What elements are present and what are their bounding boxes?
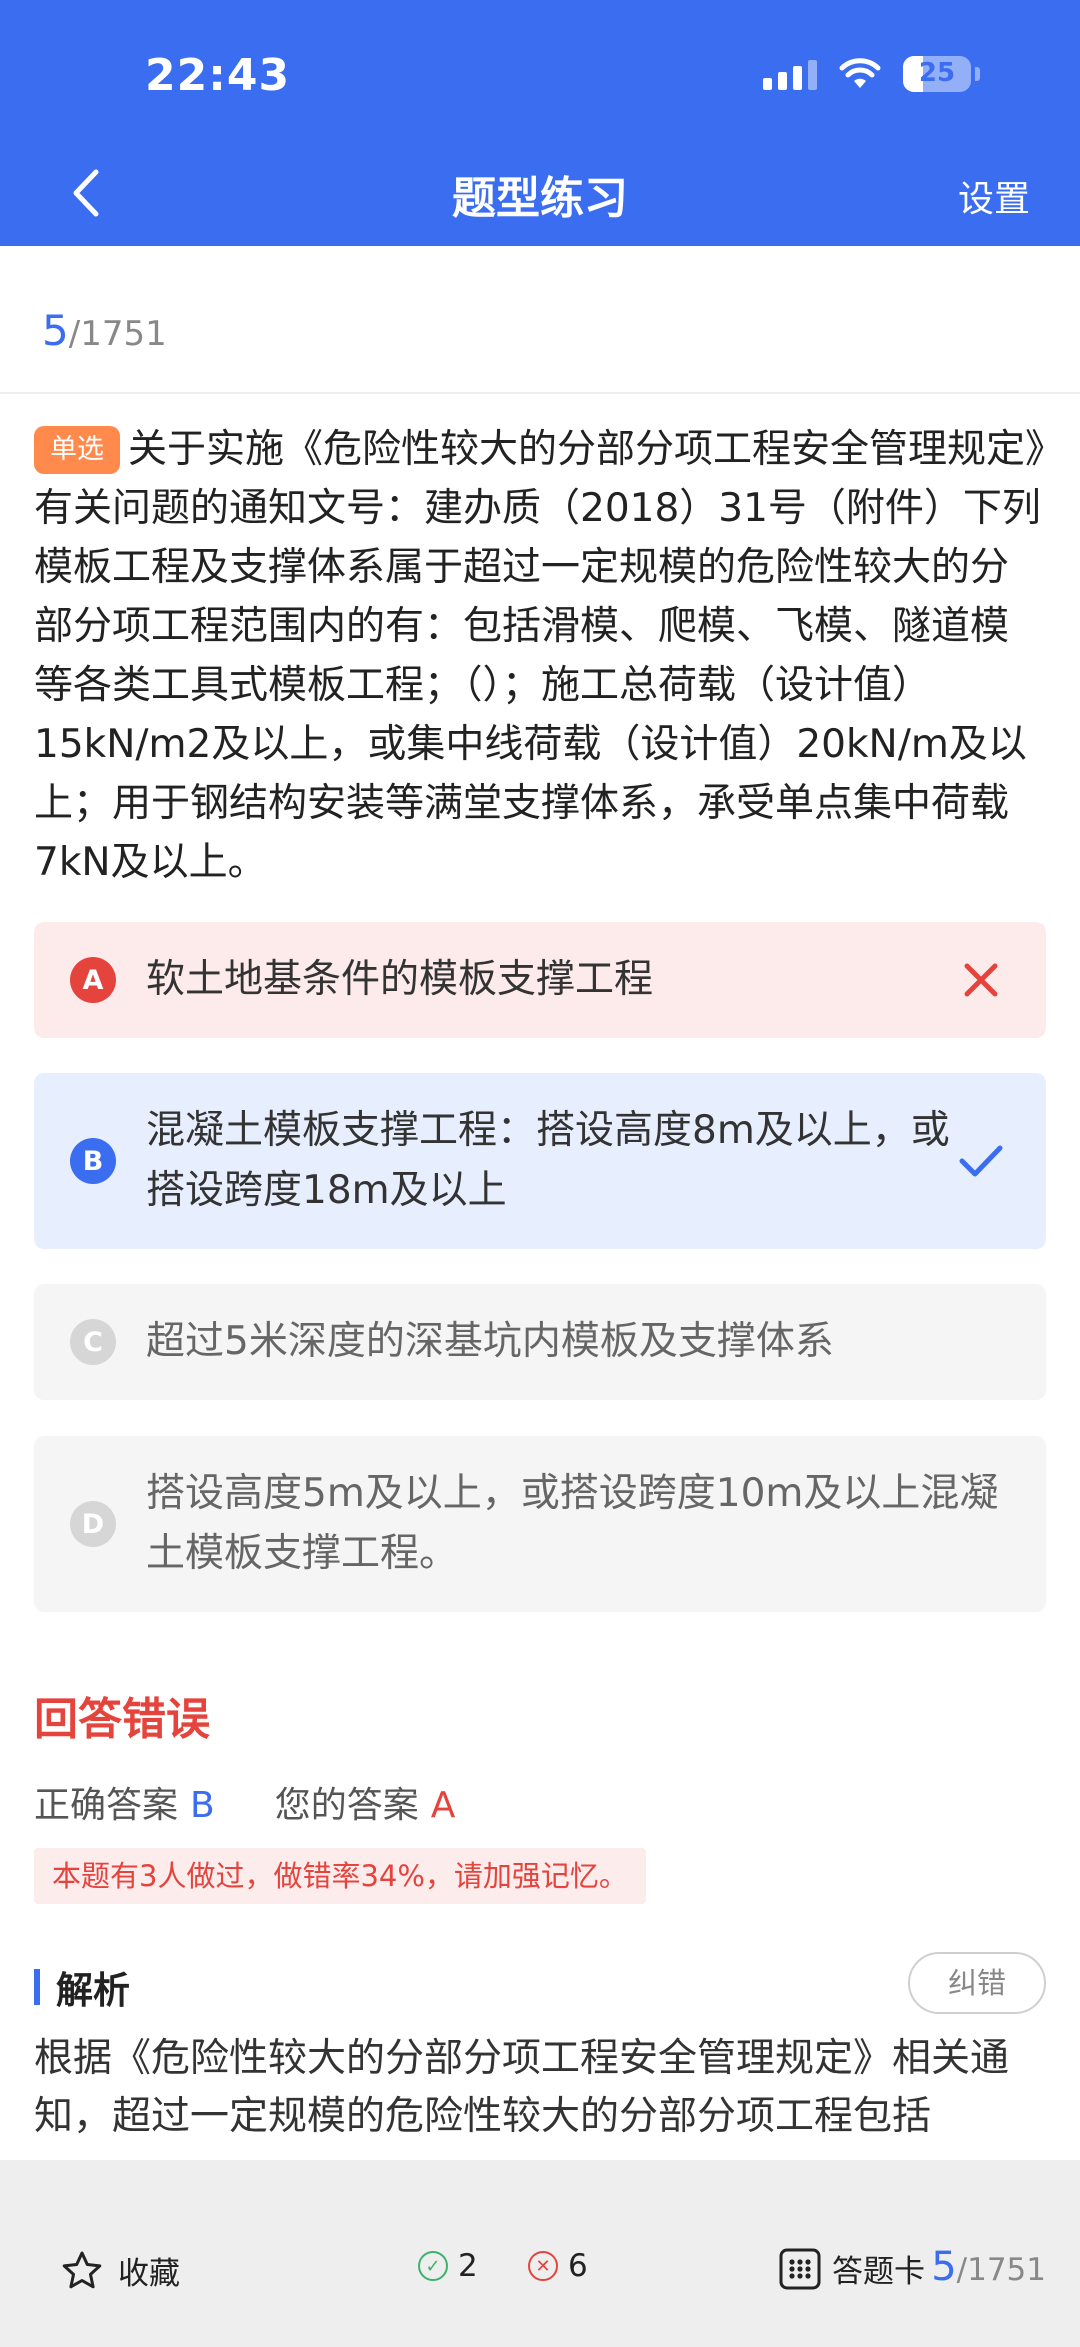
correct-count: ✓ 2 — [418, 2248, 478, 2284]
analysis-text: 根据《危险性较大的分部分项工程安全管理规定》相关通知，超过一定规模的危险性较大的… — [34, 2036, 1010, 2139]
divider — [0, 392, 1080, 394]
correct-answer-label: 正确答案 — [34, 1785, 179, 1826]
bottom-current-number: 5 — [931, 2244, 957, 2290]
option-d[interactable]: D 搭设高度5m及以上，或搭设跨度10m及以上混凝土模板支撑工程。 — [34, 1436, 1046, 1612]
battery-cap — [975, 67, 980, 81]
answer-card-label: 答题卡 — [832, 2254, 925, 2290]
option-c[interactable]: C 超过5米深度的深基坑内模板及支撑体系 — [34, 1284, 1046, 1400]
option-a[interactable]: A 软土地基条件的模板支撑工程 — [34, 922, 1046, 1038]
option-letter: B — [70, 1138, 116, 1184]
star-icon — [62, 2251, 102, 2288]
wrong-count-value: 6 — [568, 2248, 588, 2284]
option-text: 混凝土模板支撑工程：搭设高度8m及以上，或搭设跨度18m及以上 — [146, 1108, 950, 1213]
grid-icon — [779, 2248, 821, 2289]
status-time: 22:43 — [145, 50, 291, 101]
question-text-block: 单选 关于实施《危险性较大的分部分项工程安全管理规定》有关问题的通知文号：建办质（… — [34, 420, 1046, 892]
correct-answer-value: B — [190, 1785, 215, 1826]
favorite-label: 收藏 — [118, 2256, 180, 2292]
settings-button[interactable]: 设置 — [958, 170, 1030, 222]
option-text: 超过5米深度的深基坑内模板及支撑体系 — [146, 1319, 834, 1364]
your-answer-label: 您的答案 — [274, 1785, 419, 1826]
option-letter: C — [70, 1319, 116, 1365]
favorite-button[interactable]: 收藏 — [60, 2248, 180, 2293]
analysis-accent-bar — [34, 1969, 40, 2005]
wrong-count: ✕ 6 — [528, 2248, 588, 2284]
bottom-total: /1751 — [956, 2252, 1046, 2288]
wifi-icon — [839, 58, 881, 88]
answer-summary: 正确答案 B 您的答案 A — [34, 1776, 455, 1828]
answer-card-button[interactable]: 答题卡 — [778, 2246, 925, 2291]
option-letter: D — [70, 1501, 116, 1547]
report-error-button[interactable]: 纠错 — [908, 1952, 1046, 2014]
result-title: 回答错误 — [34, 1694, 210, 1745]
check-icon — [956, 1143, 1006, 1179]
question-text: 关于实施《危险性较大的分部分项工程安全管理规定》有关问题的通知文号：建办质（20… — [34, 427, 1045, 885]
cross-circle-icon: ✕ — [528, 2251, 558, 2281]
total-questions: /1751 — [68, 314, 167, 354]
analysis-header: 解析 — [34, 1960, 130, 2014]
error-rate-notice: 本题有3人做过，做错率34%，请加强记忆。 — [34, 1848, 646, 1904]
option-letter: A — [70, 957, 116, 1003]
correct-count-value: 2 — [458, 2248, 478, 2284]
status-icons: 25 — [763, 56, 980, 92]
question-progress: 5/1751 — [42, 306, 167, 355]
bottom-toolbar: 收藏 ✓ 2 ✕ 6 答题卡 5/1751 — [0, 2160, 1080, 2347]
check-circle-icon: ✓ — [418, 2251, 448, 2281]
battery-icon: 25 — [903, 56, 971, 92]
cross-icon — [956, 960, 1006, 1000]
question-type-badge: 单选 — [34, 426, 120, 474]
analysis-title: 解析 — [56, 1969, 130, 2012]
option-text: 软土地基条件的模板支撑工程 — [146, 957, 654, 1002]
bottom-progress: 5/1751 — [931, 2244, 1046, 2290]
battery-level: 25 — [918, 58, 956, 88]
page-title: 题型练习 — [452, 173, 628, 224]
current-question-number: 5 — [42, 306, 69, 355]
cellular-signal-icon — [763, 58, 817, 90]
your-answer-value: A — [430, 1785, 456, 1826]
option-b[interactable]: B 混凝土模板支撑工程：搭设高度8m及以上，或搭设跨度18m及以上 — [34, 1073, 1046, 1249]
app-header: 22:43 25 题型练习 设置 — [0, 0, 1080, 246]
option-text: 搭设高度5m及以上，或搭设跨度10m及以上混凝土模板支撑工程。 — [146, 1471, 999, 1576]
